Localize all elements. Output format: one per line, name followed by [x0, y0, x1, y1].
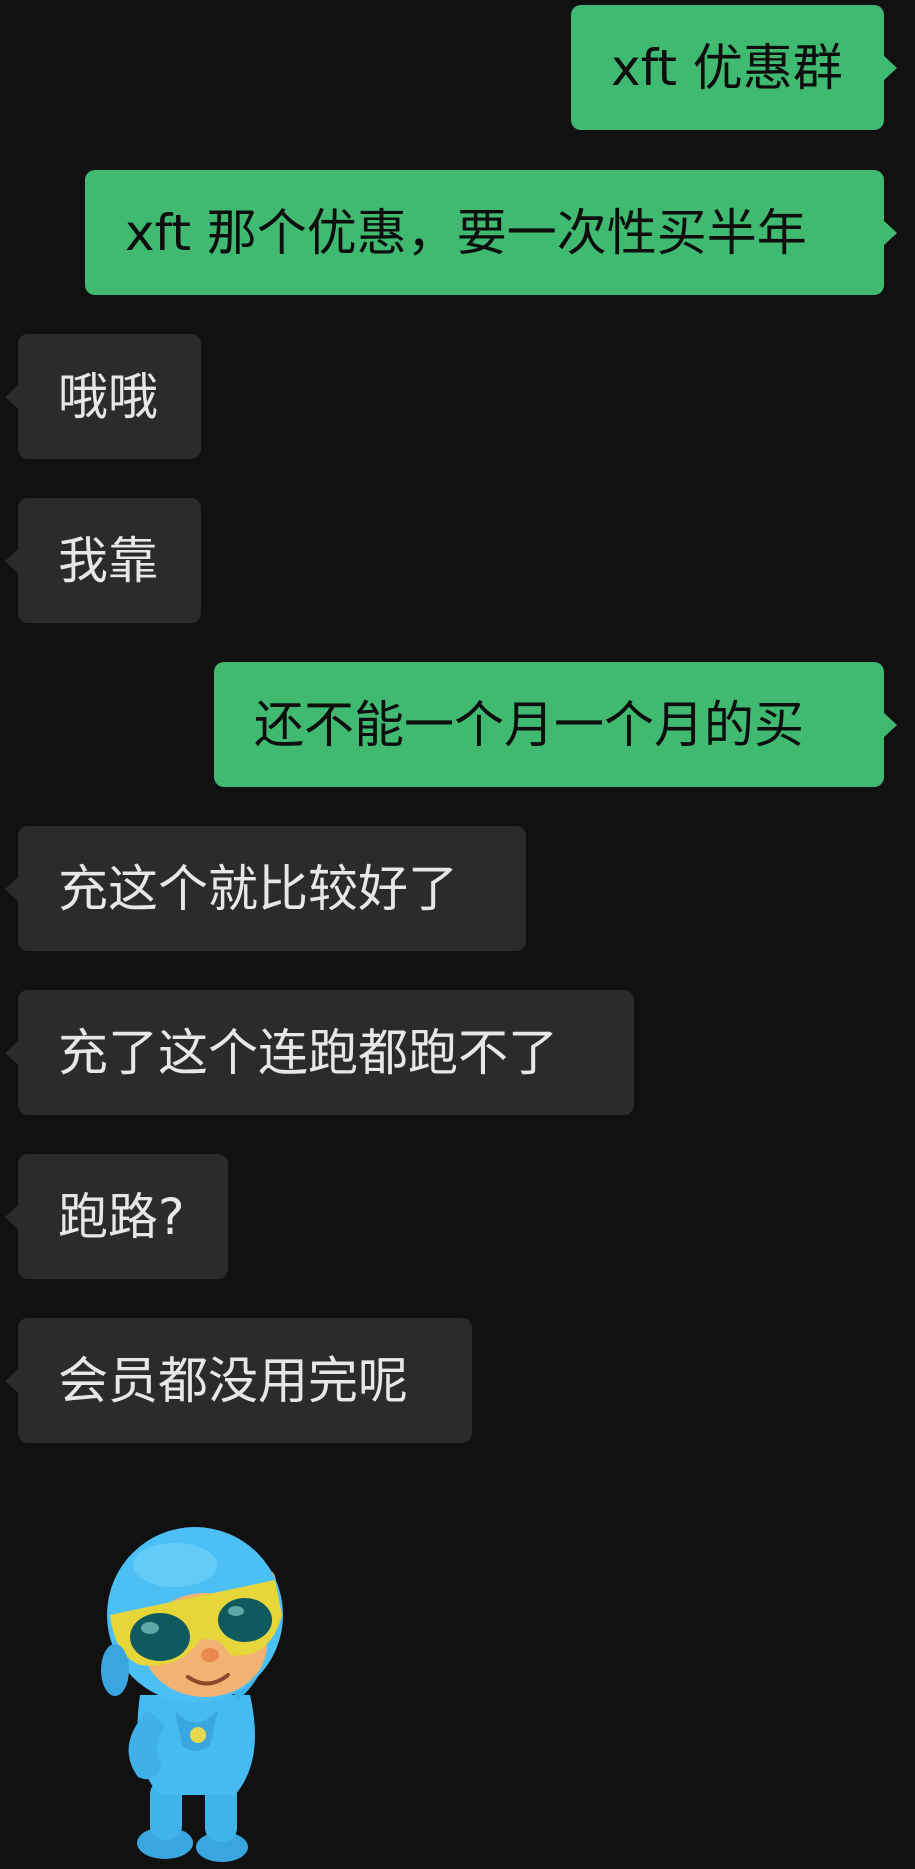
message-text: 跑路?	[58, 1187, 185, 1246]
message-bubble-outgoing[interactable]: xft 优惠群	[571, 5, 897, 130]
message-text: 我靠	[58, 531, 158, 590]
message-bubble-incoming[interactable]: 哦哦	[5, 334, 201, 459]
message-text: 哦哦	[58, 367, 158, 426]
sticker-message[interactable]	[70, 1495, 350, 1865]
message-bubble-incoming[interactable]: 我靠	[5, 498, 201, 623]
message-text: 会员都没用完呢	[58, 1351, 408, 1410]
cartoon-character-sunglasses-icon	[101, 1527, 283, 1862]
message-bubble-outgoing[interactable]: xft 那个优惠，要一次性买半年	[85, 170, 897, 295]
message-text: 充这个就比较好了	[58, 859, 458, 918]
message-bubble-incoming[interactable]: 充这个就比较好了	[5, 826, 526, 951]
chat-thread: xft 优惠群 xft 那个优惠，要一次性买半年 哦哦 我靠 还不能一个月一个月…	[0, 0, 915, 1865]
message-bubble-incoming[interactable]: 充了这个连跑都跑不了	[5, 990, 634, 1115]
message-bubble-outgoing[interactable]: 还不能一个月一个月的买	[214, 662, 897, 787]
message-text: 充了这个连跑都跑不了	[58, 1023, 558, 1082]
message-bubble-incoming[interactable]: 跑路?	[5, 1154, 228, 1279]
message-text: xft 优惠群	[611, 38, 843, 97]
message-text: 还不能一个月一个月的买	[254, 695, 804, 754]
message-bubble-incoming[interactable]: 会员都没用完呢	[5, 1318, 472, 1443]
message-text: xft 那个优惠，要一次性买半年	[125, 203, 807, 262]
